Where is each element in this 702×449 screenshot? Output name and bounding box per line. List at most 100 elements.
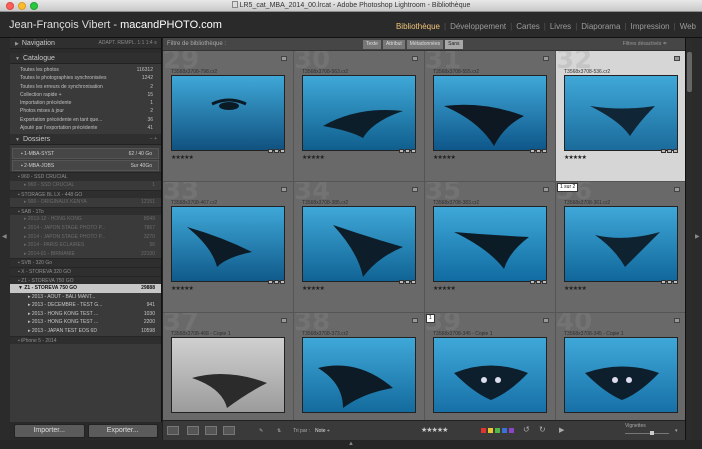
minimize-window-button[interactable] — [18, 2, 26, 10]
crop-badge-icon[interactable] — [667, 280, 672, 284]
left-panel-edge[interactable]: ◀ — [0, 38, 10, 440]
zoom-window-button[interactable] — [30, 2, 38, 10]
develop-badge-icon[interactable] — [673, 280, 678, 284]
rating-stars[interactable]: ★★★★★ — [302, 285, 325, 292]
folder-row[interactable]: ▸ 960 - SSD CRUCIAL 1 — [10, 181, 161, 190]
module-impression[interactable]: Impression — [630, 22, 669, 31]
folder-row[interactable]: ▸ 2013 - HONG KONG TEST ... 1030 — [10, 310, 161, 319]
color-label-swatch[interactable] — [495, 428, 500, 433]
filter-none-button[interactable]: Sans — [445, 40, 463, 49]
color-label-swatch[interactable] — [502, 428, 507, 433]
module-web[interactable]: Web — [680, 22, 696, 31]
expand-filmstrip-arrow-icon[interactable]: ▲ — [348, 441, 354, 447]
photo-cell[interactable]: 38 T3568x3708-373.cr2 — [294, 313, 425, 420]
volume-row[interactable]: ▪ STORAGE BL LX - 448 GO — [10, 189, 161, 199]
quick-collection-icon[interactable] — [674, 318, 680, 323]
catalog-item[interactable]: Toutes les photos 116312 — [10, 66, 161, 74]
photo-thumbnail[interactable] — [433, 206, 547, 282]
photo-thumbnail[interactable] — [564, 206, 678, 282]
develop-badge-icon[interactable] — [280, 280, 285, 284]
folder-row[interactable]: ▸ 2014-01 - BIRMANIE 22100 — [10, 250, 161, 259]
develop-badge-icon[interactable] — [542, 149, 547, 153]
color-label-swatch[interactable] — [509, 428, 514, 433]
sort-direction-icon[interactable]: ⇅ — [277, 428, 281, 434]
crop-badge-icon[interactable] — [536, 280, 541, 284]
folder-row[interactable]: ▸ 2013-12 - HONG KONG 8049 — [10, 215, 161, 224]
develop-badge-icon[interactable] — [673, 149, 678, 153]
navigator-zoom-options[interactable]: ADAPT. REMPL. 1:1 1:4 ≡ — [99, 38, 158, 49]
color-label-swatch[interactable] — [481, 428, 486, 433]
survey-view-icon[interactable] — [223, 426, 235, 435]
folder-row[interactable]: ▸ 2014 - PARIS ECLAIRES 56 — [10, 241, 161, 250]
keyword-badge-icon[interactable] — [530, 149, 535, 153]
keyword-badge-icon[interactable] — [661, 280, 666, 284]
photo-thumbnail[interactable] — [171, 206, 285, 282]
rating-stars[interactable]: ★★★★★ — [421, 426, 448, 434]
module-bibliotheque[interactable]: Bibliothèque — [396, 22, 440, 31]
thumbnail-size-slider[interactable] — [625, 433, 669, 434]
photo-thumbnail[interactable] — [564, 337, 678, 413]
quick-collection-icon[interactable] — [281, 318, 287, 323]
module-diaporama[interactable]: Diaporama — [581, 22, 620, 31]
toolbar-options-chevron-icon[interactable]: ▾ — [675, 428, 678, 434]
folder-row[interactable]: ▸ 2013 - DECEMBRE - TEST G... 941 — [10, 301, 161, 310]
develop-badge-icon[interactable] — [542, 280, 547, 284]
catalog-item[interactable]: Exportation précédente en tant que... 36 — [10, 116, 161, 124]
compare-view-icon[interactable] — [205, 426, 217, 435]
loupe-view-icon[interactable] — [187, 426, 199, 435]
rotate-left-icon[interactable]: ↺ — [523, 425, 530, 434]
navigator-header[interactable]: ▶ Navigation ADAPT. REMPL. 1:1 1:4 ≡ — [10, 38, 161, 49]
photo-cell[interactable]: 29 T3568x3708-798.cr2 ★★★★★ — [163, 51, 294, 182]
photo-thumbnail[interactable] — [433, 337, 547, 413]
volume-row[interactable]: ▪ X - STOREVA 320 GO — [10, 266, 161, 276]
crop-badge-icon[interactable] — [405, 280, 410, 284]
close-window-button[interactable] — [6, 2, 14, 10]
folder-row[interactable]: ▸ 2013 - AOUT - BALI MANT... — [10, 293, 161, 302]
photo-cell[interactable]: 32 T3568x3708-536.cr2 ★★★★★ — [556, 51, 685, 182]
quick-collection-icon[interactable] — [543, 318, 549, 323]
quick-collection-icon[interactable] — [674, 187, 680, 192]
collapse-left-arrow-icon[interactable]: ◀ — [2, 233, 7, 240]
volume-row[interactable]: ▪ iPhone 5 - 2014 — [10, 335, 161, 345]
crop-badge-icon[interactable] — [274, 280, 279, 284]
keyword-badge-icon[interactable] — [661, 149, 666, 153]
catalog-header[interactable]: ▼ Catalogue — [10, 53, 161, 64]
painter-icon[interactable]: ✎ — [259, 428, 263, 434]
catalog-item[interactable]: Photos mises à jour 2 — [10, 107, 161, 115]
quick-collection-icon[interactable] — [281, 56, 287, 61]
photo-thumbnail[interactable] — [433, 75, 547, 151]
grid-scrollbar[interactable] — [685, 38, 692, 440]
volume-row[interactable]: ▪ SVB - 320 Go — [10, 258, 161, 267]
photo-cell[interactable]: 40 T3568x3708-345 - Copie 1 — [556, 313, 685, 420]
rating-stars[interactable]: ★★★★★ — [171, 154, 194, 161]
volume-row[interactable]: ▪ Z1 - STOREVA 750 GO — [10, 275, 161, 285]
rating-stars[interactable]: ★★★★★ — [433, 285, 456, 292]
photo-thumbnail[interactable] — [302, 337, 416, 413]
export-button[interactable]: Exporter... — [87, 424, 158, 438]
catalog-item[interactable]: Toutes le photographies synchronisées 124… — [10, 74, 161, 82]
rating-stars[interactable]: ★★★★★ — [433, 154, 456, 161]
volume-row[interactable]: ▪ 2-MBA-JOBS Sur 40Go — [12, 160, 159, 172]
folder-row[interactable]: ▸ 2014 - JAPON STAGE PHOTO P... 7867 — [10, 224, 161, 233]
folder-row[interactable]: ▸ 2013 - JAPAN TEST EOS 6D 10598 — [10, 327, 161, 336]
catalog-item[interactable]: Importation précédente 1 — [10, 99, 161, 107]
expand-right-arrow-icon[interactable]: ▶ — [695, 233, 700, 240]
photo-cell[interactable]: 30 T3568x3708-563.cr2 ★★★★★ — [294, 51, 425, 182]
thumbnail-size-slider-thumb[interactable] — [650, 431, 654, 435]
crop-badge-icon[interactable] — [536, 149, 541, 153]
crop-badge-icon[interactable] — [667, 149, 672, 153]
volume-row[interactable]: ▪ 1-MBA-SYST 62 / 40 Go — [12, 148, 159, 160]
crop-badge-icon[interactable] — [405, 149, 410, 153]
catalog-item[interactable]: Toutes les erreurs de synchronisation 2 — [10, 83, 161, 91]
rotate-right-icon[interactable]: ↻ — [539, 425, 546, 434]
folder-row[interactable]: ▸ 2014 - JAPON STAGE PHOTO P... 3270 — [10, 233, 161, 242]
crop-badge-icon[interactable] — [274, 149, 279, 153]
volume-row[interactable]: ▪ SAB - 1To — [10, 206, 161, 216]
photo-thumbnail[interactable] — [302, 75, 416, 151]
develop-badge-icon[interactable] — [280, 149, 285, 153]
folder-row[interactable]: ▸ 900 - ORIGINAUX KENYA 12151 — [10, 198, 161, 207]
keyword-badge-icon[interactable] — [399, 149, 404, 153]
catalog-item[interactable]: Ajouté par l'exportation précédente 41 — [10, 124, 161, 132]
rating-stars[interactable]: ★★★★★ — [564, 154, 587, 161]
module-cartes[interactable]: Cartes — [516, 22, 540, 31]
